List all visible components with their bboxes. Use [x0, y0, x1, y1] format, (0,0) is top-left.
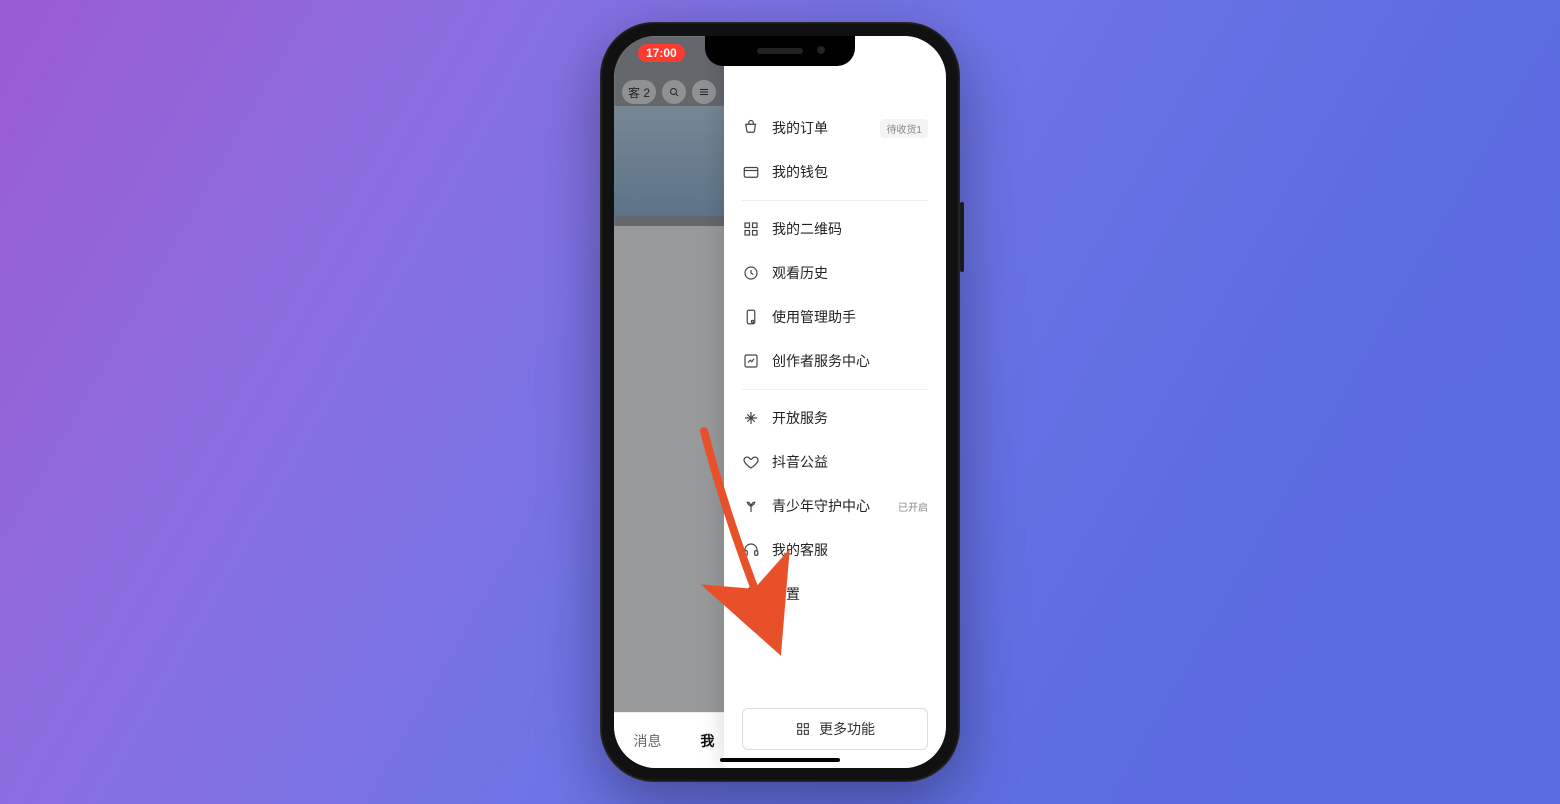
menu-youth-center[interactable]: 青少年守护中心 已开启	[742, 484, 928, 528]
grid-icon	[795, 721, 811, 737]
menu-my-orders[interactable]: 我的订单 待收货1	[742, 106, 928, 150]
top-toolbar-blur: 客 2	[622, 80, 716, 104]
search-icon	[662, 80, 686, 104]
heart-icon	[742, 453, 760, 471]
menu-label: 我的二维码	[772, 219, 842, 239]
cart-icon	[742, 119, 760, 137]
bottom-tab-bar: 消息 我	[614, 712, 734, 768]
menu-charity[interactable]: 抖音公益	[742, 440, 928, 484]
home-indicator	[720, 758, 840, 762]
side-drawer: 我的订单 待收货1 我的钱包 我的二维码 观看历史	[724, 36, 946, 768]
spark-icon	[742, 409, 760, 427]
chart-icon	[742, 352, 760, 370]
tab-messages[interactable]: 消息	[634, 731, 662, 751]
menu-label: 使用管理助手	[772, 307, 856, 327]
menu-label: 青少年守护中心	[772, 496, 870, 516]
phone-screen: 17:00 客 2 消息 我 我的订单 待收货1	[614, 36, 946, 768]
menu-open-services[interactable]: 开放服务	[742, 396, 928, 440]
status-time-badge: 17:00	[638, 44, 685, 62]
phone-frame: 17:00 客 2 消息 我 我的订单 待收货1	[600, 22, 960, 782]
settings-icon	[742, 585, 760, 603]
phone-tool-icon	[742, 308, 760, 326]
menu-label: 抖音公益	[772, 452, 828, 472]
more-functions-button[interactable]: 更多功能	[742, 708, 928, 750]
side-button	[960, 202, 964, 272]
menu-customer-service[interactable]: 我的客服	[742, 528, 928, 572]
headset-icon	[742, 541, 760, 559]
menu-creator-center[interactable]: 创作者服务中心	[742, 339, 928, 383]
sprout-icon	[742, 497, 760, 515]
menu-label: 开放服务	[772, 408, 828, 428]
menu-wallet[interactable]: 我的钱包	[742, 150, 928, 194]
orders-badge: 待收货1	[880, 119, 928, 138]
tab-me[interactable]: 我	[701, 731, 715, 751]
menu-label: 我的钱包	[772, 162, 828, 182]
notch	[705, 36, 855, 66]
divider	[742, 389, 928, 390]
youth-badge: 已开启	[898, 499, 928, 514]
more-label: 更多功能	[819, 719, 875, 739]
wallet-icon	[742, 163, 760, 181]
menu-mgmt-assistant[interactable]: 使用管理助手	[742, 295, 928, 339]
menu-icon	[692, 80, 716, 104]
menu-label: 创作者服务中心	[772, 351, 870, 371]
menu-label: 观看历史	[772, 263, 828, 283]
qrcode-icon	[742, 220, 760, 238]
menu-settings[interactable]: 设置	[742, 572, 928, 616]
menu-qrcode[interactable]: 我的二维码	[742, 207, 928, 251]
friends-pill: 客 2	[622, 80, 656, 104]
menu-label: 设置	[772, 584, 800, 604]
menu-watch-history[interactable]: 观看历史	[742, 251, 928, 295]
clock-icon	[742, 264, 760, 282]
divider	[742, 200, 928, 201]
menu-label: 我的客服	[772, 540, 828, 560]
menu-label: 我的订单	[772, 118, 828, 138]
